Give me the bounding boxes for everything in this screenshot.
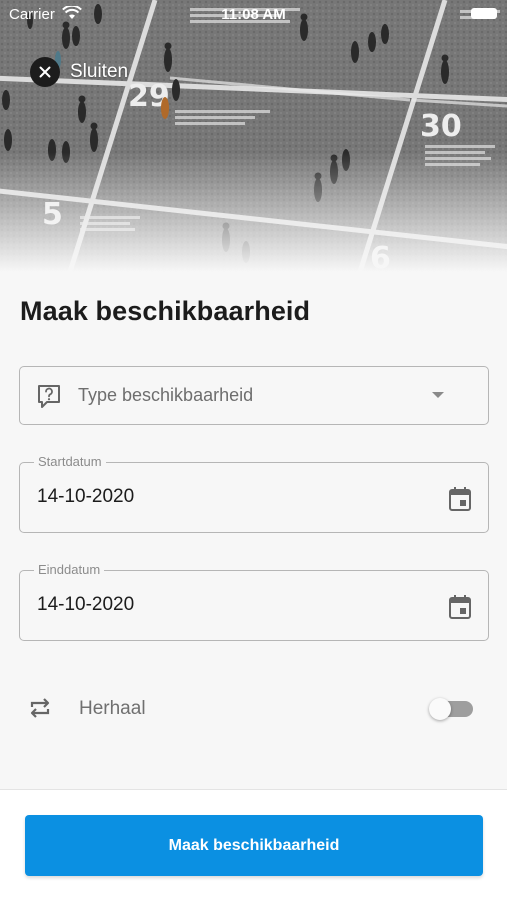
photo-fade <box>0 152 507 272</box>
start-date-field[interactable]: Startdatum 14-10-2020 <box>19 454 489 533</box>
end-date-label: Einddatum <box>34 562 105 577</box>
calendar-icon[interactable] <box>448 594 472 620</box>
status-bar: Carrier 11:08 AM <box>0 0 507 28</box>
battery-icon <box>471 8 497 19</box>
close-label[interactable]: Sluiten <box>70 61 128 83</box>
status-time: 11:08 AM <box>221 6 286 23</box>
close-button[interactable] <box>30 57 60 87</box>
close-icon <box>39 66 51 78</box>
repeat-icon <box>30 698 50 718</box>
repeat-label: Herhaal <box>79 698 146 719</box>
page-title: Maak beschikbaarheid <box>20 296 311 326</box>
start-date-label: Startdatum <box>34 454 106 469</box>
footer-bar: Maak beschikbaarheid <box>0 789 507 900</box>
start-date-value: 14-10-2020 <box>37 486 135 507</box>
toggle-knob <box>429 698 451 720</box>
repeat-row: Herhaal <box>0 690 507 730</box>
availability-type-select[interactable]: Type beschikbaarheid <box>19 366 489 425</box>
header-photo: 5 29 30 6 <box>0 0 507 272</box>
question-bubble-icon <box>38 385 60 408</box>
calendar-icon[interactable] <box>448 486 472 512</box>
photo-number-30: 30 <box>420 109 462 144</box>
end-date-field[interactable]: Einddatum 14-10-2020 <box>19 562 489 641</box>
availability-type-placeholder: Type beschikbaarheid <box>78 385 254 405</box>
end-date-value: 14-10-2020 <box>37 594 135 615</box>
repeat-toggle[interactable] <box>429 698 473 720</box>
chevron-down-icon <box>432 392 444 398</box>
create-availability-button[interactable]: Maak beschikbaarheid <box>25 815 483 876</box>
